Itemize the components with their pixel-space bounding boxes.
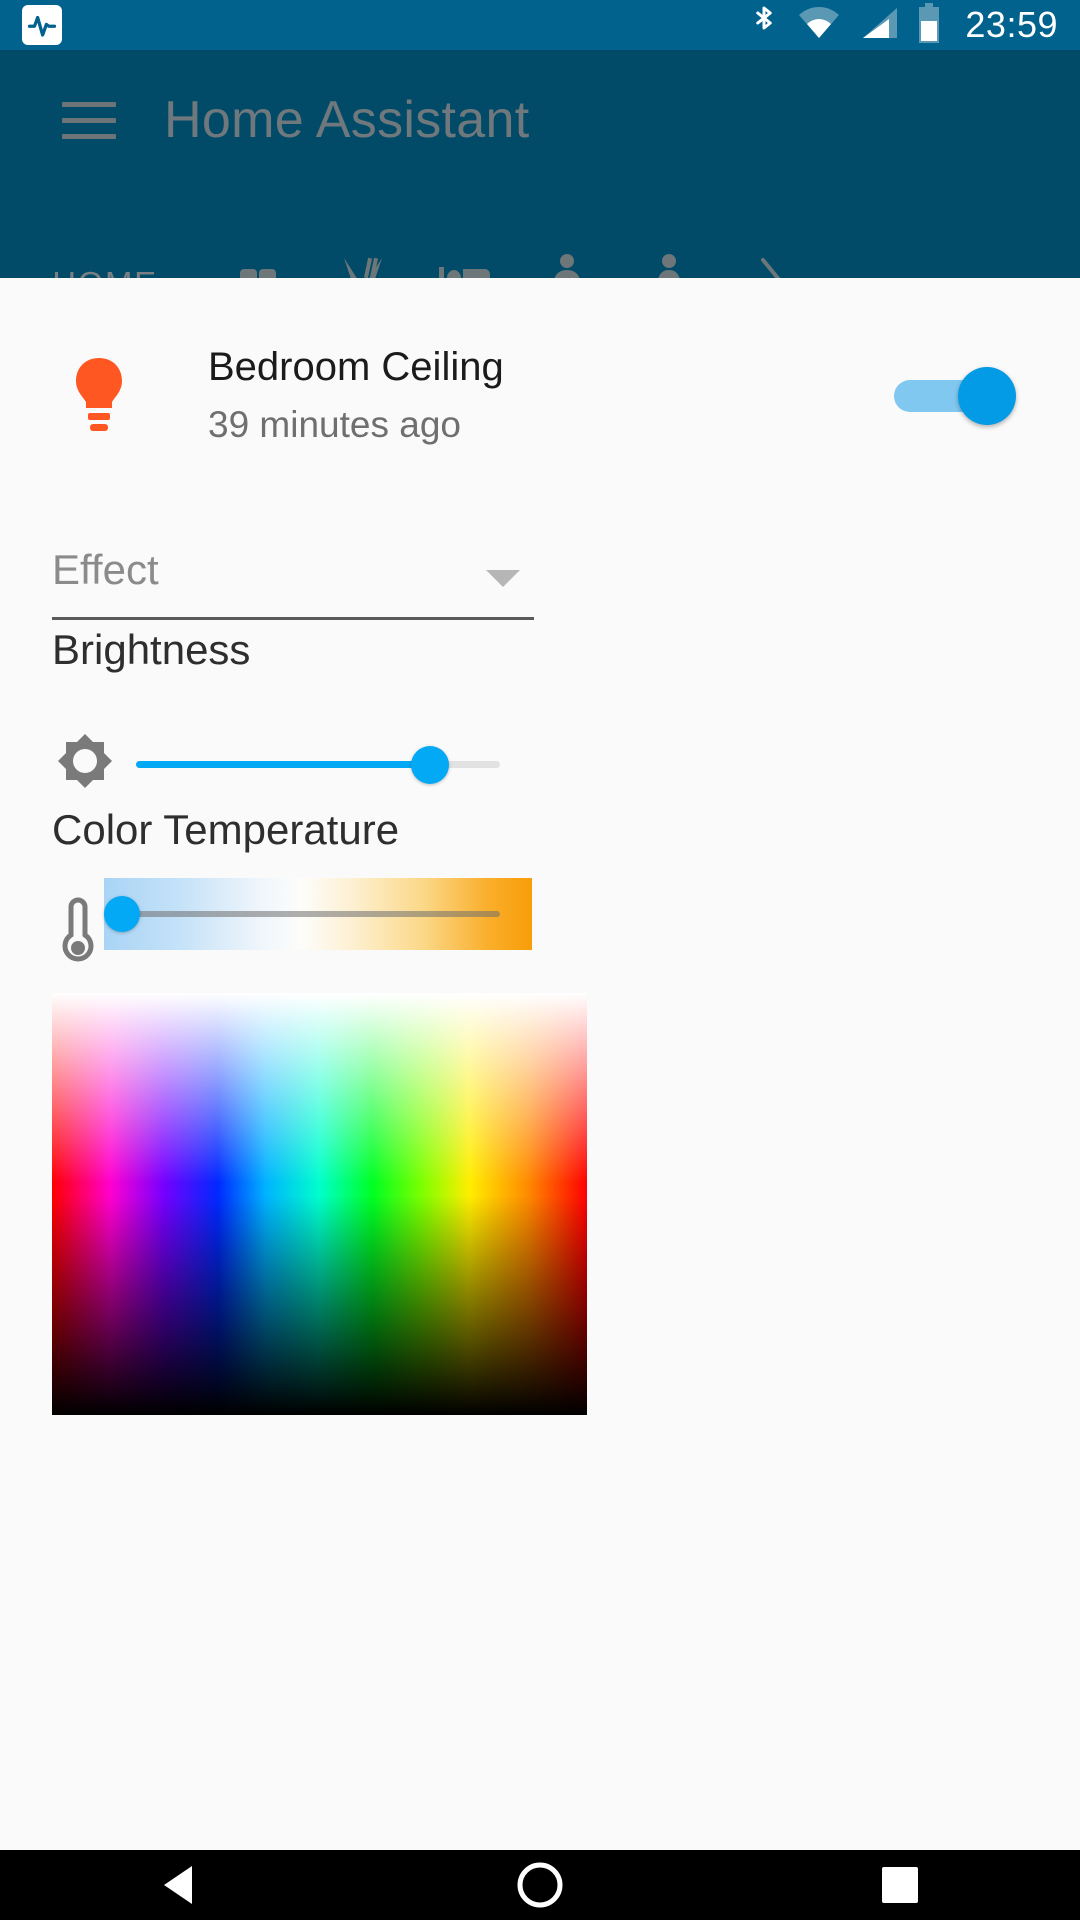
color-temperature-slider-track[interactable] — [132, 911, 500, 917]
app-notification-icon — [22, 5, 62, 45]
entity-text-block: Bedroom Ceiling 39 minutes ago — [208, 342, 504, 448]
status-bar-right: 23:59 — [749, 3, 1080, 48]
status-bar-clock: 23:59 — [965, 7, 1058, 43]
thermometer-icon — [52, 896, 104, 966]
battery-icon — [917, 3, 941, 48]
entity-state-text: 39 minutes ago — [208, 403, 504, 447]
page-title: Home Assistant — [164, 90, 529, 150]
entity-name: Bedroom Ceiling — [208, 342, 504, 393]
brightness-label: Brightness — [52, 626, 250, 674]
brightness-slider-fill — [136, 761, 428, 768]
back-button[interactable] — [80, 1850, 280, 1920]
menu-line-3 — [62, 134, 116, 139]
app-bar: Home Assistant HOME — [0, 50, 1080, 278]
effect-label: Effect — [52, 546, 159, 594]
android-navigation-bar — [0, 1850, 1080, 1920]
light-detail-panel: Bedroom Ceiling 39 minutes ago Effect Br… — [0, 278, 1080, 1850]
app-bar-top-row: Home Assistant — [0, 50, 1080, 190]
hamburger-menu-icon[interactable] — [62, 96, 124, 144]
hsv-color-gradient[interactable] — [52, 993, 587, 1415]
status-bar-left — [0, 5, 62, 45]
home-button[interactable] — [440, 1850, 640, 1920]
recents-button[interactable] — [800, 1850, 1000, 1920]
brightness-slider-track[interactable] — [136, 761, 500, 768]
menu-line-2 — [62, 118, 116, 123]
wifi-icon — [797, 6, 841, 45]
brightness-slider-thumb[interactable] — [411, 746, 449, 784]
toggle-thumb[interactable] — [958, 367, 1016, 425]
cellular-signal-icon — [859, 6, 899, 45]
color-temperature-label: Color Temperature — [52, 806, 399, 854]
entity-row[interactable]: Bedroom Ceiling 39 minutes ago — [0, 326, 1080, 466]
brightness-sun-icon — [52, 732, 118, 798]
brightness-slider-row — [52, 718, 552, 814]
color-temperature-slider-row — [52, 878, 572, 982]
lightbulb-icon — [68, 356, 130, 434]
effect-select[interactable]: Effect — [52, 546, 534, 620]
menu-line-1 — [62, 102, 116, 107]
entity-power-toggle[interactable] — [894, 366, 1018, 424]
bluetooth-icon — [749, 3, 779, 48]
status-bar: 23:59 — [0, 0, 1080, 50]
chevron-down-icon[interactable] — [486, 570, 520, 587]
color-temperature-slider-thumb[interactable] — [104, 896, 140, 932]
